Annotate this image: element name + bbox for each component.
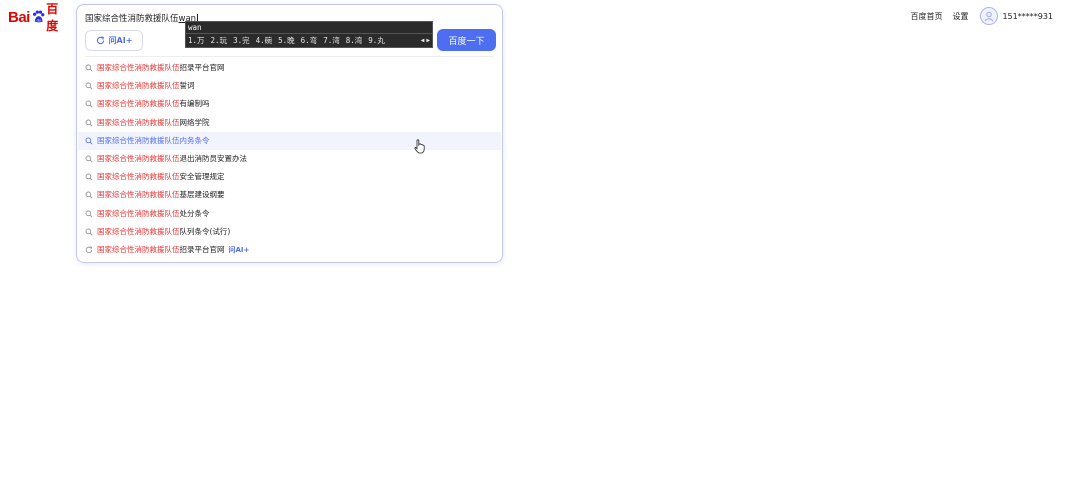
- search-icon: [85, 64, 93, 72]
- search-icon: [85, 119, 93, 127]
- search-box: 国家综合性消防救援队伍wan 问AI+ 百度一下 国家综合性消防救援队伍 招录平台…: [76, 4, 503, 263]
- search-icon: [85, 101, 93, 108]
- suggestion-rest: 退出消防员安置办法: [179, 153, 248, 163]
- search-icon: [85, 173, 93, 181]
- suggestion-prefix: 国家综合性消防救援队伍: [97, 63, 180, 72]
- suggestion-prefix: 国家综合性消防救援队伍: [97, 81, 180, 91]
- ime-candidate[interactable]: 9.丸: [368, 34, 385, 47]
- ime-candidate[interactable]: 3.完: [233, 34, 250, 47]
- suggestion-item-hovered[interactable]: 国家综合性消防救援队伍 内务条令: [78, 131, 501, 150]
- suggestion-rest: 招录平台官网: [179, 63, 225, 72]
- query-committed-text: 国家综合性消防救援队伍: [85, 14, 179, 24]
- baidu-logo[interactable]: Bai du 百度: [8, 2, 68, 33]
- ime-candidate[interactable]: 8.湾: [346, 34, 363, 47]
- logo-text-cn: 百度: [46, 2, 59, 33]
- suggestion-item-ai[interactable]: 国家综合性消防救援队伍 招录平台官网 问AI+: [78, 241, 501, 259]
- suggestion-prefix: 国家综合性消防救援队伍: [97, 190, 180, 200]
- search-icon: [85, 82, 93, 90]
- suggestion-item[interactable]: 国家综合性消防救援队伍 誓词: [78, 77, 501, 95]
- suggestion-rest: 誓词: [179, 81, 195, 91]
- suggestion-prefix: 国家综合性消防救援队伍: [97, 244, 180, 254]
- suggestion-item[interactable]: 国家综合性消防救援队伍 处分条令: [78, 205, 501, 223]
- suggestion-prefix: 国家综合性消防救援队伍: [97, 172, 180, 182]
- ime-prev-icon[interactable]: ◀: [421, 34, 425, 47]
- ime-page-arrows[interactable]: ◀ ▶: [419, 34, 432, 47]
- suggestion-rest: 网络学院: [179, 117, 210, 127]
- search-icon: [85, 155, 93, 163]
- ime-candidate-window: wan 1.万 2.玩 3.完 4.碗 5.晚 6.弯 7.湾 8.湾 9.丸 …: [185, 21, 433, 48]
- ime-candidate[interactable]: 2.玩: [211, 34, 228, 47]
- search-button[interactable]: 百度一下: [437, 29, 496, 51]
- suggestion-item[interactable]: 国家综合性消防救援队伍 安全管理规定: [78, 168, 501, 186]
- ime-candidate[interactable]: 1.万: [188, 34, 205, 47]
- suggestion-item[interactable]: 国家综合性消防救援队伍 退出消防员安置办法: [78, 150, 501, 168]
- suggestion-prefix: 国家综合性消防救援队伍: [97, 208, 180, 218]
- ime-next-icon[interactable]: ▶: [426, 34, 430, 47]
- suggestion-rest: 处分条令: [179, 208, 210, 218]
- suggestion-rest: 基层建设纲要: [179, 190, 225, 200]
- divider: [85, 56, 494, 57]
- ime-candidate[interactable]: 6.弯: [301, 34, 318, 47]
- suggestion-item[interactable]: 国家综合性消防救援队伍 网络学院: [78, 114, 501, 132]
- suggestion-prefix: 国家综合性消防救援队伍: [97, 153, 180, 163]
- suggestion-item[interactable]: 国家综合性消防救援队伍 招录平台官网: [78, 59, 501, 77]
- suggestion-prefix: 国家综合性消防救援队伍: [97, 135, 180, 145]
- ime-candidate[interactable]: 5.晚: [278, 34, 295, 47]
- suggestion-item[interactable]: 国家综合性消防救援队伍 队列条令(试行): [78, 223, 501, 241]
- hand-pointer-icon: [414, 139, 425, 154]
- suggestion-rest: 安全管理规定: [179, 172, 225, 182]
- ask-ai-label: 问AI+: [108, 36, 133, 45]
- suggestion-prefix: 国家综合性消防救援队伍: [97, 99, 180, 109]
- suggestion-prefix: 国家综合性消防救援队伍: [97, 117, 180, 127]
- search-input[interactable]: 国家综合性消防救援队伍wan: [85, 12, 199, 24]
- svg-text:du: du: [37, 19, 41, 23]
- ime-candidate-list: 1.万 2.玩 3.完 4.碗 5.晚 6.弯 7.湾 8.湾 9.丸 ◀ ▶: [186, 34, 432, 47]
- refresh-icon: [96, 36, 104, 45]
- suggestion-rest: 招录平台官网: [179, 244, 225, 254]
- suggestion-item[interactable]: 国家综合性消防救援队伍 有编制吗: [78, 95, 501, 113]
- suggestion-rest: 有编制吗: [179, 99, 210, 109]
- ask-ai-button[interactable]: 问AI+: [85, 30, 143, 51]
- ime-pinyin: wan: [186, 22, 432, 34]
- suggestion-prefix: 国家综合性消防救援队伍: [97, 226, 180, 236]
- username[interactable]: 151*****931: [1002, 12, 1053, 21]
- logo-text-en: Bai: [8, 8, 30, 26]
- ime-candidate[interactable]: 7.湾: [323, 34, 340, 47]
- suggestion-item[interactable]: 国家综合性消防救援队伍 基层建设纲要: [78, 186, 501, 204]
- avatar[interactable]: [980, 7, 999, 25]
- user-icon: [985, 11, 994, 22]
- search-icon: [85, 137, 93, 145]
- suggestion-list: 国家综合性消防救援队伍 招录平台官网 国家综合性消防救援队伍 誓词 国家综合性消防救…: [78, 59, 501, 259]
- search-icon: [85, 228, 93, 236]
- ime-candidate[interactable]: 4.碗: [256, 34, 273, 47]
- search-icon: [85, 191, 93, 199]
- refresh-icon: [85, 246, 93, 254]
- top-nav: 百度首页 设置 151*****931: [900, 7, 1053, 25]
- search-icon: [85, 210, 93, 218]
- paw-icon: du: [32, 10, 45, 23]
- nav-settings-link[interactable]: 设置: [952, 11, 968, 22]
- suggestion-rest: 队列条令(试行): [179, 226, 231, 236]
- nav-home-link[interactable]: 百度首页: [910, 11, 942, 22]
- suggestion-rest: 内务条令: [179, 135, 210, 145]
- ask-ai-tag[interactable]: 问AI+: [229, 241, 250, 259]
